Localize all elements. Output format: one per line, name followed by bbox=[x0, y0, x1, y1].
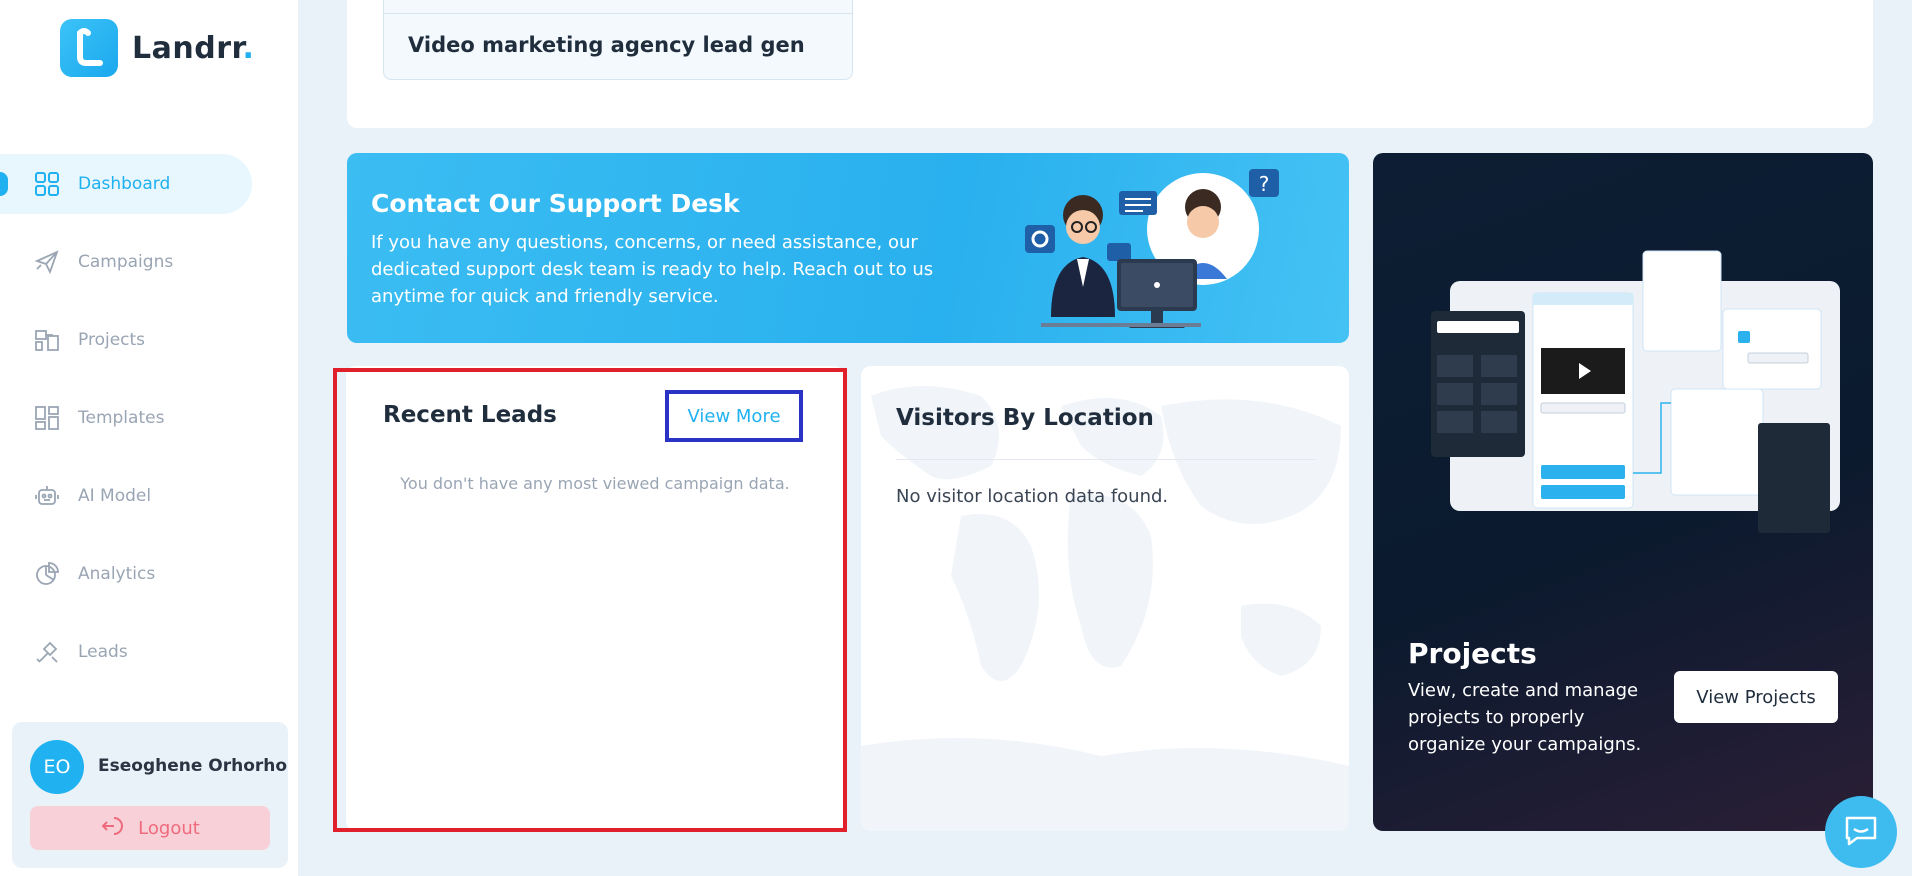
sidebar-item-label: Analytics bbox=[78, 564, 156, 584]
sidebar-item-templates[interactable]: Templates bbox=[0, 388, 298, 448]
sidebar-item-label: AI Model bbox=[78, 486, 152, 506]
support-banner: Contact Our Support Desk If you have any… bbox=[347, 153, 1349, 343]
magnet-icon bbox=[34, 639, 60, 665]
sidebar-item-analytics[interactable]: Analytics bbox=[0, 544, 298, 604]
avatar: EO bbox=[30, 740, 84, 794]
sidebar-item-campaigns[interactable]: Campaigns bbox=[0, 232, 298, 292]
sidebar-item-label: Projects bbox=[78, 330, 146, 350]
view-projects-button[interactable]: View Projects bbox=[1674, 671, 1838, 723]
paper-plane-icon bbox=[34, 249, 60, 275]
visitors-title: Visitors By Location bbox=[896, 405, 1154, 431]
recent-leads-card: Recent Leads View More You don't have an… bbox=[346, 366, 844, 831]
view-more-button[interactable]: View More bbox=[665, 390, 803, 442]
divider bbox=[384, 13, 852, 14]
sidebar-item-label: Campaigns bbox=[78, 252, 174, 272]
campaign-title: Video marketing agency lead gen bbox=[408, 33, 805, 57]
user-name: Eseoghene Orhorho bbox=[98, 756, 288, 776]
grid-icon bbox=[34, 171, 60, 197]
sidebar-item-label: Dashboard bbox=[78, 174, 171, 194]
projects-text: View, create and manage projects to prop… bbox=[1408, 680, 1642, 755]
sidebar-item-label: Templates bbox=[78, 408, 165, 428]
campaigns-panel: Video marketing agency lead gen bbox=[347, 0, 1873, 128]
logout-icon bbox=[100, 814, 124, 843]
recent-leads-empty-message: You don't have any most viewed campaign … bbox=[400, 474, 790, 493]
world-map-background bbox=[861, 386, 1349, 831]
robot-icon bbox=[34, 483, 60, 509]
sidebar-item-leads[interactable]: Leads bbox=[0, 622, 298, 682]
logout-label: Logout bbox=[138, 817, 200, 839]
sidebar-item-label: Leads bbox=[78, 642, 128, 662]
visitors-empty-message: No visitor location data found. bbox=[896, 486, 1169, 507]
support-agent-illustration: ? bbox=[1025, 169, 1279, 328]
chat-bubble-icon bbox=[1841, 810, 1881, 854]
projects-promo-card: Projects View, create and manage project… bbox=[1373, 153, 1873, 831]
sidebar: Landrr. Dashboard Campaigns Projects Tem… bbox=[0, 0, 298, 876]
divider bbox=[896, 459, 1316, 460]
projects-icon bbox=[34, 327, 60, 353]
support-title: Contact Our Support Desk bbox=[371, 189, 740, 218]
visitors-by-location-card: Visitors By Location No visitor location… bbox=[861, 366, 1349, 831]
support-text: If you have any questions, concerns, or … bbox=[371, 232, 934, 307]
sidebar-item-ai-model[interactable]: AI Model bbox=[0, 466, 298, 526]
flow-builder-illustration bbox=[1431, 250, 1840, 533]
campaign-card[interactable]: Video marketing agency lead gen bbox=[383, 0, 853, 80]
brand-logo[interactable]: Landrr. bbox=[60, 19, 254, 77]
sidebar-nav: Dashboard Campaigns Projects Templates A… bbox=[0, 154, 298, 700]
templates-icon bbox=[34, 405, 60, 431]
chat-widget-button[interactable] bbox=[1825, 796, 1897, 868]
sidebar-item-dashboard[interactable]: Dashboard bbox=[0, 154, 252, 214]
user-card: EO Eseoghene Orhorho Logout bbox=[12, 722, 288, 868]
landrr-logo-icon bbox=[60, 19, 118, 77]
brand-name: Landrr. bbox=[132, 30, 255, 66]
recent-leads-title: Recent Leads bbox=[383, 402, 557, 428]
svg-text:?: ? bbox=[1259, 172, 1270, 196]
logout-button[interactable]: Logout bbox=[30, 806, 270, 850]
sidebar-item-projects[interactable]: Projects bbox=[0, 310, 298, 370]
projects-title: Projects bbox=[1408, 637, 1537, 670]
pie-chart-icon bbox=[34, 561, 60, 587]
